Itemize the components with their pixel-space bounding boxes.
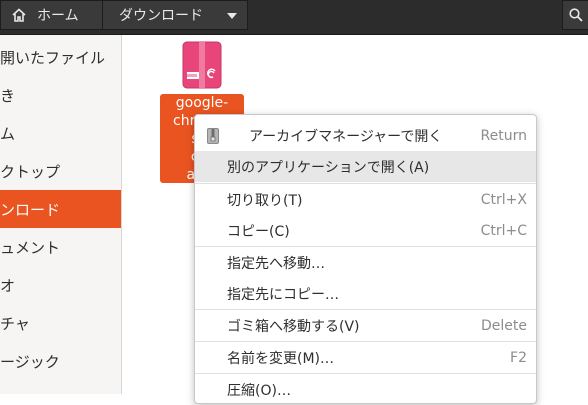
menu-item-rename[interactable]: 名前を変更(M)… F2: [195, 342, 536, 373]
sidebar-item-label: 開いたファイル: [0, 48, 106, 67]
sidebar-item-label: オ: [0, 276, 16, 295]
menu-item-accelerator: Return: [480, 127, 527, 144]
search-icon: [569, 8, 583, 22]
sidebar-item-starred[interactable]: き: [0, 76, 121, 114]
menu-item-copy-to[interactable]: 指定先にコピー…: [195, 278, 536, 309]
menu-item-move-to[interactable]: 指定先へ移動…: [195, 247, 536, 278]
home-path-label: ホーム: [37, 8, 79, 24]
search-button[interactable]: [562, 0, 588, 30]
menu-item-label: ゴミ箱へ移動する(V): [227, 318, 360, 335]
menu-item-open-archive-manager[interactable]: アーカイブマネージャーで開く Return: [195, 120, 536, 151]
menu-item-label: 別のアプリケーションで開く(A): [227, 159, 430, 176]
sidebar-item-label: ュメント: [0, 238, 61, 257]
sidebar: 開いたファイル き ム クトップ ンロード ュメント オ チャ ージック: [0, 35, 122, 394]
sidebar-item-label: ム: [0, 124, 16, 143]
sidebar-item-home[interactable]: ム: [0, 114, 121, 152]
sidebar-item-label: クトップ: [0, 162, 61, 181]
sidebar-item-pictures[interactable]: チャ: [0, 304, 121, 342]
menu-item-label: 圧縮(O)…: [227, 382, 291, 399]
home-path-button[interactable]: ホーム: [0, 0, 103, 30]
menu-item-accelerator: Delete: [481, 317, 527, 334]
menu-item-move-to-trash[interactable]: ゴミ箱へ移動する(V) Delete: [195, 310, 536, 341]
context-menu: アーカイブマネージャーで開く Return 別のアプリケーションで開く(A) 切…: [194, 114, 537, 404]
menu-item-accelerator: Ctrl+X: [480, 191, 527, 208]
sidebar-item-desktop[interactable]: クトップ: [0, 152, 121, 190]
header-bar: ホーム ダウンロード: [0, 0, 588, 35]
menu-item-label: コピー(C): [227, 223, 290, 240]
downloads-path-button[interactable]: ダウンロード: [103, 0, 248, 30]
sidebar-item-label: ージック: [0, 352, 60, 371]
file-name-line: google-: [175, 95, 229, 111]
menu-item-label: 切り取り(T): [227, 192, 303, 209]
menu-item-label: 指定先にコピー…: [227, 286, 339, 303]
menu-item-open-with[interactable]: 別のアプリケーションで開く(A): [195, 151, 536, 182]
archive-icon: [207, 128, 219, 144]
sidebar-item-label: き: [0, 86, 16, 105]
sidebar-item-label: ンロード: [0, 200, 61, 219]
home-icon: [11, 7, 27, 23]
menu-item-accelerator: F2: [510, 349, 527, 366]
menu-item-compress[interactable]: 圧縮(O)…: [195, 374, 536, 405]
menu-item-cut[interactable]: 切り取り(T) Ctrl+X: [195, 184, 536, 215]
menu-item-label: アーカイブマネージャーで開く: [249, 128, 443, 145]
deb-package-icon: [182, 41, 222, 89]
sidebar-item-downloads[interactable]: ンロード: [0, 190, 121, 228]
sidebar-item-recent[interactable]: 開いたファイル: [0, 38, 121, 76]
sidebar-item-label: チャ: [0, 314, 30, 333]
menu-item-label: 名前を変更(M)…: [227, 350, 335, 367]
path-bar: ホーム ダウンロード: [0, 0, 248, 30]
menu-item-copy[interactable]: コピー(C) Ctrl+C: [195, 215, 536, 246]
sidebar-item-music[interactable]: ージック: [0, 342, 121, 380]
sidebar-item-documents[interactable]: ュメント: [0, 228, 121, 266]
menu-item-label: 指定先へ移動…: [227, 255, 325, 272]
sidebar-item-videos[interactable]: オ: [0, 266, 121, 304]
downloads-path-label: ダウンロード: [119, 8, 203, 24]
menu-item-accelerator: Ctrl+C: [480, 222, 527, 239]
chevron-down-icon[interactable]: [227, 12, 237, 20]
